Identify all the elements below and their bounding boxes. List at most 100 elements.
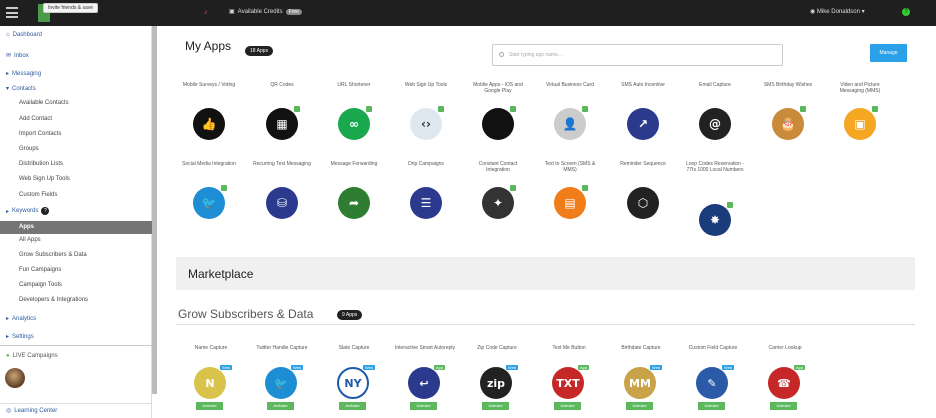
user-icon: ◉ bbox=[810, 9, 817, 15]
activate-button[interactable]: Activate bbox=[482, 402, 509, 410]
sidebar-item-groups[interactable]: Groups bbox=[19, 146, 39, 152]
sidebar-item-web-sign-up-tools[interactable]: Web Sign Up Tools bbox=[19, 176, 70, 182]
activate-button[interactable]: Activate bbox=[554, 402, 581, 410]
sidebar-item-distribution-lists[interactable]: Distribution Lists bbox=[19, 161, 63, 167]
sidebar-item-live-campaigns[interactable]: ● LIVE Campaigns bbox=[6, 353, 58, 359]
marketplace-app-icon[interactable]: ✎ bbox=[696, 367, 728, 399]
app-label: SMS Auto Incentive bbox=[621, 82, 665, 88]
activate-button[interactable]: Activate bbox=[770, 402, 797, 410]
app-icon[interactable]: ✸ bbox=[699, 204, 731, 236]
app-icon[interactable]: ‹› bbox=[410, 108, 442, 140]
sidebar-item-developers[interactable]: Developers & Integrations bbox=[19, 297, 88, 303]
marketplace-app-icon[interactable]: NY bbox=[337, 367, 369, 399]
marketplace-app-icon[interactable]: TXT bbox=[552, 367, 584, 399]
app-label: Loop Codes Reservation - 77Is 1000 Local… bbox=[685, 161, 745, 173]
app-label: Reminder Sequence bbox=[620, 161, 666, 167]
app-icon[interactable]: ⛁ bbox=[266, 187, 298, 219]
app-icon[interactable]: ⬡ bbox=[627, 187, 659, 219]
user-name: Mike Donaldson bbox=[816, 9, 860, 15]
app-label: Email Capture bbox=[699, 82, 731, 88]
user-menu[interactable]: ◉ Mike Donaldson ▾ bbox=[810, 8, 865, 15]
app-label: Mobile Surveys / Voting bbox=[182, 82, 236, 88]
sidebar-item-grow-subscribers[interactable]: Grow Subscribers & Data bbox=[19, 252, 87, 258]
marketplace-title: Marketplace bbox=[188, 267, 254, 281]
app-icon[interactable]: 👍 bbox=[193, 108, 225, 140]
sidebar-item-contacts[interactable]: ▾ Contacts bbox=[6, 85, 36, 93]
credits-indicator[interactable]: ▣ Available Credits Free bbox=[229, 8, 302, 15]
hamburger-menu-icon[interactable] bbox=[6, 7, 18, 18]
sidebar-item-learning-center[interactable]: ◎ Learning Center bbox=[6, 407, 57, 415]
chevron-right-icon: ▸ bbox=[6, 316, 10, 322]
sidebar-item-keywords[interactable]: ▸ Keywords? bbox=[6, 207, 50, 215]
chevron-right-icon: ▸ bbox=[6, 71, 10, 77]
sidebar-item-all-apps[interactable]: All Apps bbox=[19, 237, 41, 243]
app-label: URL Shortener bbox=[337, 82, 371, 88]
app-icon[interactable]: ▣ bbox=[844, 108, 876, 140]
activate-button[interactable]: Activate bbox=[267, 402, 294, 410]
sidebar-item-messaging[interactable]: ▸ Messaging bbox=[6, 70, 41, 78]
marketplace-app-icon[interactable]: MM bbox=[624, 367, 656, 399]
app-type-badge: Web bbox=[722, 365, 735, 370]
installed-check-icon bbox=[510, 106, 516, 112]
app-icon[interactable]: ☰ bbox=[410, 187, 442, 219]
manage-button[interactable]: Manage bbox=[870, 44, 907, 62]
activate-button[interactable]: Activate bbox=[339, 402, 366, 410]
app-icon[interactable]: 🐦 bbox=[193, 187, 225, 219]
activate-button[interactable]: Activate bbox=[698, 402, 725, 410]
inbox-icon: ✉ bbox=[6, 53, 12, 59]
app-icon[interactable]: @ bbox=[699, 108, 731, 140]
notification-icon[interactable]: ♪ bbox=[204, 9, 208, 16]
app-icon[interactable]: ▤ bbox=[554, 187, 586, 219]
marketplace-app-label: State Capture bbox=[338, 345, 370, 351]
app-icon[interactable]: 🎂 bbox=[772, 108, 804, 140]
marketplace-app-icon[interactable]: N bbox=[194, 367, 226, 399]
app-icon[interactable] bbox=[482, 108, 514, 140]
activate-button[interactable]: Activate bbox=[626, 402, 653, 410]
grow-count-badge: 9 Apps bbox=[337, 310, 363, 320]
credits-label: Available Credits bbox=[237, 8, 283, 15]
app-label: SMS Birthday Wishes bbox=[763, 82, 813, 88]
dashboard-icon: ⌂ bbox=[6, 32, 10, 38]
search-placeholder: Start typing app name... bbox=[509, 52, 563, 58]
sidebar-item-fun-campaigns[interactable]: Fun Campaigns bbox=[19, 267, 61, 273]
marketplace-header: Marketplace bbox=[176, 257, 915, 290]
app-type-badge: Web bbox=[291, 365, 304, 370]
activate-button[interactable]: Activate bbox=[196, 402, 223, 410]
app-icon[interactable]: ✦ bbox=[482, 187, 514, 219]
sidebar-item-settings[interactable]: ▸ Settings bbox=[6, 333, 34, 341]
app-icon[interactable]: ➦ bbox=[338, 187, 370, 219]
app-icon[interactable]: ↗ bbox=[627, 108, 659, 140]
app-icon[interactable]: ∞ bbox=[338, 108, 370, 140]
sidebar-item-inbox[interactable]: ✉ Inbox bbox=[6, 52, 29, 60]
credits-badge: Free bbox=[285, 8, 302, 15]
search-input[interactable]: Start typing app name... bbox=[492, 44, 783, 66]
sidebar-item-campaign-tools[interactable]: Campaign Tools bbox=[19, 282, 62, 288]
sidebar-item-apps[interactable]: Apps bbox=[0, 221, 152, 234]
help-icon[interactable]: ? bbox=[902, 8, 910, 16]
keywords-help-icon[interactable]: ? bbox=[41, 207, 50, 215]
app-icon[interactable]: 👤 bbox=[554, 108, 586, 140]
sidebar-item-custom-fields[interactable]: Custom Fields bbox=[19, 192, 57, 198]
learning-icon: ◎ bbox=[6, 408, 12, 414]
app-icon[interactable]: ▦ bbox=[266, 108, 298, 140]
marketplace-app-label: Text Me Button bbox=[552, 345, 586, 351]
marketplace-app-icon[interactable]: 🐦 bbox=[265, 367, 297, 399]
sidebar-item-import-contacts[interactable]: Import Contacts bbox=[19, 131, 61, 137]
marketplace-app-icon[interactable]: ☎ bbox=[768, 367, 800, 399]
sidebar-item-dashboard[interactable]: ⌂ Dashboard bbox=[6, 32, 42, 38]
marketplace-app-icon[interactable]: ↩ bbox=[408, 367, 440, 399]
activate-button[interactable]: Activate bbox=[410, 402, 437, 410]
avatar[interactable] bbox=[5, 368, 25, 388]
marketplace-app-label: Interactive Smart Autoreply bbox=[394, 345, 456, 351]
sidebar-item-add-contact[interactable]: Add Contact bbox=[19, 116, 52, 122]
credits-icon: ▣ bbox=[229, 9, 235, 15]
marketplace-app-icon[interactable]: zip bbox=[480, 367, 512, 399]
marketplace-app-label: Birthdate Capture bbox=[621, 345, 661, 351]
sidebar-item-analytics[interactable]: ▸ Analytics bbox=[6, 315, 36, 323]
chevron-down-icon: ▾ bbox=[6, 86, 10, 92]
sidebar-item-available-contacts[interactable]: Available Contacts bbox=[19, 100, 69, 106]
app-type-badge: Web bbox=[363, 365, 376, 370]
sidebar-footer: ◎ Learning Center bbox=[0, 403, 152, 418]
installed-check-icon bbox=[582, 185, 588, 191]
app-type-badge: Web bbox=[220, 365, 233, 370]
